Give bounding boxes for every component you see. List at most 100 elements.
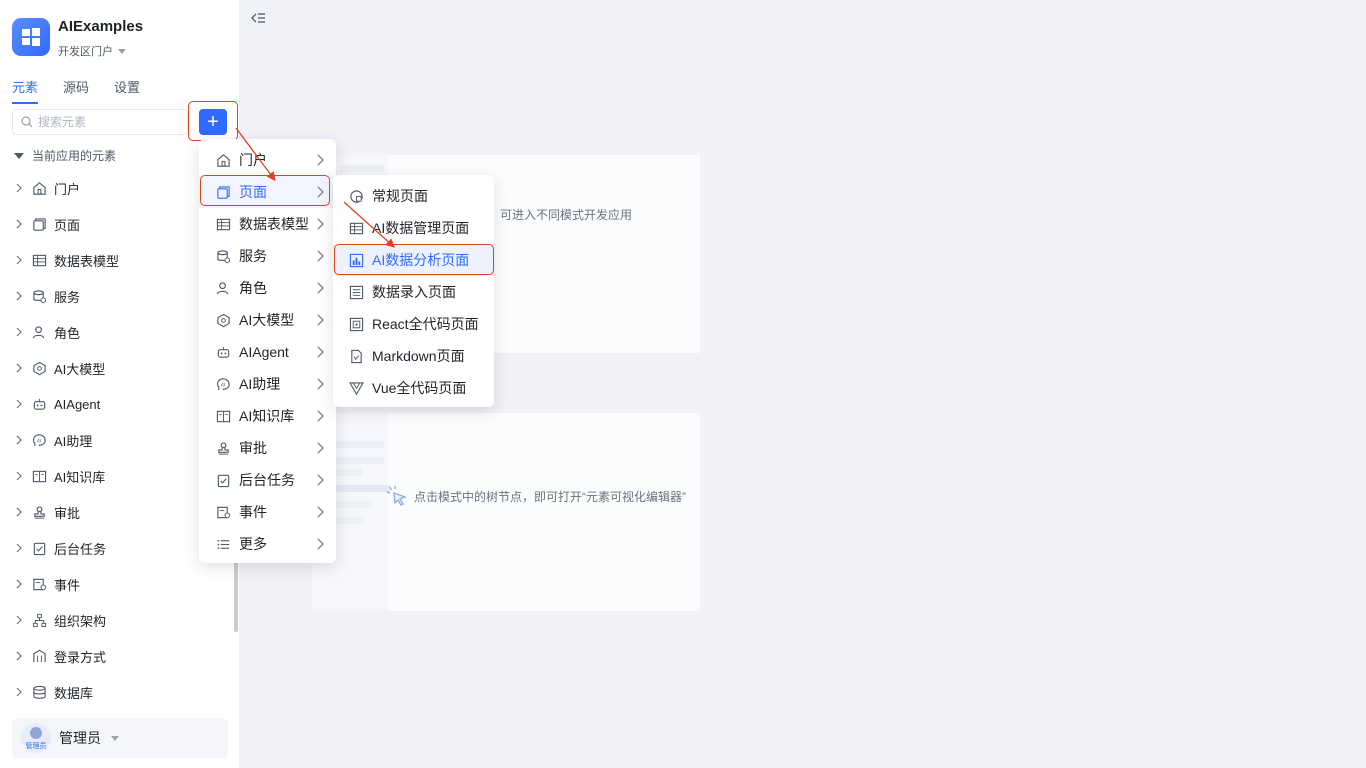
role-icon bbox=[215, 280, 231, 296]
user-name: 管理员 bbox=[59, 730, 101, 746]
tree-item-database[interactable]: 数据库 bbox=[0, 674, 232, 710]
tab-settings[interactable]: 设置 bbox=[114, 77, 140, 104]
avatar: 管理员 bbox=[21, 723, 51, 753]
user-menu[interactable]: 管理员 管理员 bbox=[12, 718, 228, 758]
tree-item-login[interactable]: 登录方式 bbox=[0, 638, 232, 674]
tree-item-label: AIAgent bbox=[54, 396, 101, 412]
menu-item-page[interactable]: 页面 bbox=[199, 176, 336, 208]
menu-item-service[interactable]: 服务 bbox=[199, 240, 336, 272]
hint-bottom-text: 点击模式中的树节点，即可打开“元素可视化编辑器” bbox=[414, 489, 686, 504]
tree-item-page[interactable]: 页面 bbox=[0, 206, 232, 242]
chevron-right-icon bbox=[14, 183, 24, 193]
submenu-item-markdown[interactable]: Markdown页面 bbox=[333, 340, 494, 372]
menu-item-ai-assistant[interactable]: AI AI助理 bbox=[199, 368, 336, 400]
chevron-right-icon bbox=[317, 282, 324, 294]
search-input[interactable] bbox=[38, 115, 178, 129]
chevron-right-icon bbox=[14, 507, 24, 517]
menu-item-ai-model[interactable]: AI大模型 bbox=[199, 304, 336, 336]
tree-item-approval[interactable]: 审批 bbox=[0, 494, 232, 530]
menu-item-more[interactable]: 更多 bbox=[199, 528, 336, 560]
event-icon bbox=[215, 504, 231, 520]
tree-item-label: AI大模型 bbox=[54, 361, 106, 377]
placeholder-bar bbox=[336, 517, 364, 524]
submenu-item-label: Markdown页面 bbox=[372, 348, 465, 364]
tree-item-portal[interactable]: 门户 bbox=[0, 170, 232, 206]
chevron-right-icon bbox=[317, 538, 324, 550]
submenu-item-label: 数据录入页面 bbox=[372, 284, 456, 300]
role-icon bbox=[31, 324, 47, 340]
menu-item-ai-knowledge[interactable]: AI知识库 bbox=[199, 400, 336, 432]
knowledge-icon bbox=[215, 408, 231, 424]
menu-item-data-model[interactable]: 数据表模型 bbox=[199, 208, 336, 240]
sidebar-tabs: 元素 源码 设置 bbox=[12, 77, 140, 104]
task-icon bbox=[31, 540, 47, 556]
menu-item-label: 审批 bbox=[239, 440, 267, 456]
env-label: 开发区门户 bbox=[58, 46, 113, 58]
tree-item-data-model[interactable]: 数据表模型 bbox=[0, 242, 232, 278]
tree-item-label: 登录方式 bbox=[54, 649, 107, 665]
tree-item-service[interactable]: 服务 bbox=[0, 278, 232, 314]
placeholder-bar bbox=[336, 469, 362, 476]
chevron-right-icon bbox=[14, 471, 24, 481]
home-icon bbox=[215, 152, 231, 168]
bar-chart-icon bbox=[348, 252, 364, 268]
submenu-item-react-code[interactable]: React全代码页面 bbox=[333, 308, 494, 340]
chevron-right-icon bbox=[14, 651, 24, 661]
add-element-button[interactable]: + bbox=[199, 109, 227, 135]
chevron-right-icon bbox=[317, 442, 324, 454]
tree-item-role[interactable]: 角色 bbox=[0, 314, 232, 350]
menu-item-portal[interactable]: 门户 bbox=[199, 144, 336, 176]
menu-item-role[interactable]: 角色 bbox=[199, 272, 336, 304]
tree-item-event[interactable]: 事件 bbox=[0, 566, 232, 602]
chevron-right-icon bbox=[317, 506, 324, 518]
caret-down-icon bbox=[111, 735, 119, 741]
mode-guide-card-bottom bbox=[312, 413, 700, 611]
service-icon bbox=[215, 248, 231, 264]
menu-item-event[interactable]: 事件 bbox=[199, 496, 336, 528]
task-icon bbox=[215, 472, 231, 488]
chevron-right-icon bbox=[317, 154, 324, 166]
app-name: AIExamples bbox=[58, 18, 144, 35]
tree-item-ai-model[interactable]: AI大模型 bbox=[0, 350, 232, 386]
placeholder-bar bbox=[336, 485, 390, 492]
chevron-right-icon bbox=[317, 378, 324, 390]
submenu-item-vue-code[interactable]: Vue全代码页面 bbox=[333, 372, 494, 404]
sidebar-scrollbar[interactable] bbox=[234, 560, 238, 632]
placeholder-bar bbox=[336, 441, 384, 448]
database-icon bbox=[31, 684, 47, 700]
placeholder-bar bbox=[336, 457, 384, 464]
menu-item-label: AI助理 bbox=[239, 376, 281, 392]
menu-item-approval[interactable]: 审批 bbox=[199, 432, 336, 464]
group-header[interactable]: 当前应用的元素 bbox=[14, 147, 116, 164]
tree-item-org[interactable]: 组织架构 bbox=[0, 602, 232, 638]
submenu-item-ai-data-management[interactable]: AI数据管理页面 bbox=[333, 212, 494, 244]
tab-source[interactable]: 源码 bbox=[63, 77, 89, 104]
submenu-item-ai-data-analysis[interactable]: AI数据分析页面 bbox=[333, 244, 494, 276]
collapse-sidebar-icon[interactable] bbox=[250, 10, 266, 26]
search-box bbox=[12, 109, 188, 135]
chevron-right-icon bbox=[317, 186, 324, 198]
submenu-item-data-entry[interactable]: 数据录入页面 bbox=[333, 276, 494, 308]
env-selector[interactable]: 开发区门户 bbox=[58, 43, 126, 59]
tree-item-label: 审批 bbox=[54, 505, 81, 521]
tree-item-ai-knowledge[interactable]: AI知识库 bbox=[0, 458, 232, 494]
menu-item-label: 数据表模型 bbox=[239, 216, 309, 232]
hint-top: 航，可进入不同模式开发应用 bbox=[476, 208, 633, 222]
tree-item-label: 角色 bbox=[54, 325, 81, 341]
tab-elements[interactable]: 元素 bbox=[12, 77, 39, 104]
menu-item-label: AIAgent bbox=[239, 344, 289, 360]
table-icon bbox=[31, 252, 47, 268]
menu-item-label: AI知识库 bbox=[239, 408, 295, 424]
login-icon bbox=[31, 648, 47, 664]
tree-item-background-task[interactable]: 后台任务 bbox=[0, 530, 232, 566]
regular-page-icon bbox=[348, 188, 364, 204]
tree-item-ai-agent[interactable]: AIAgent bbox=[0, 386, 232, 422]
menu-item-background-task[interactable]: 后台任务 bbox=[199, 464, 336, 496]
submenu-item-label: 常规页面 bbox=[372, 188, 428, 204]
page-type-submenu: 常规页面 AI数据管理页面 AI数据分析页面 数据录入页面 React全代码页面… bbox=[333, 175, 494, 407]
markdown-icon bbox=[348, 348, 364, 364]
submenu-item-regular-page[interactable]: 常规页面 bbox=[333, 180, 494, 212]
tree-item-ai-assistant[interactable]: AI AI助理 bbox=[0, 422, 232, 458]
triangle-down-icon bbox=[14, 152, 24, 159]
menu-item-ai-agent[interactable]: AIAgent bbox=[199, 336, 336, 368]
